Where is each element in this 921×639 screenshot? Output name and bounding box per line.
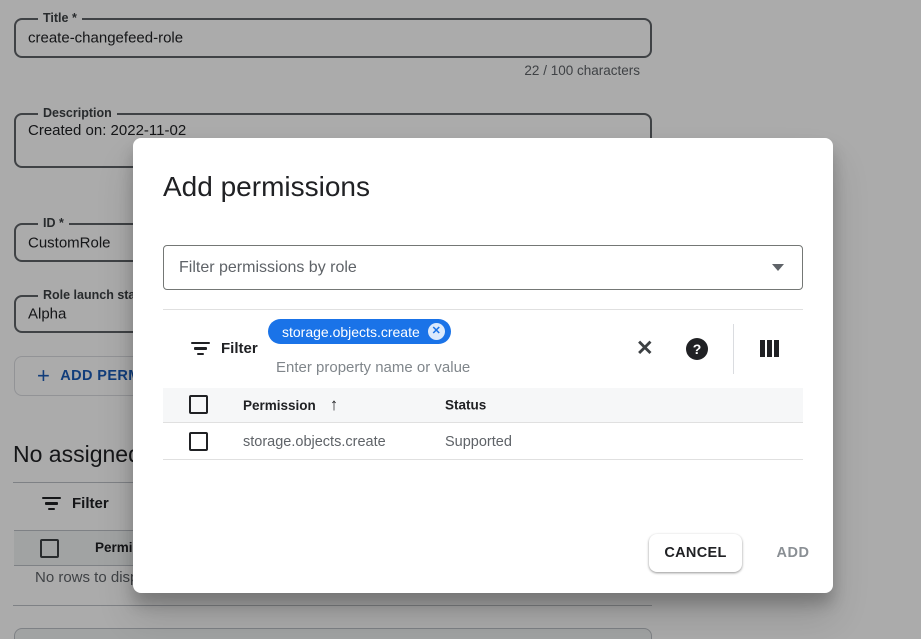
add-button[interactable]: ADD — [762, 534, 824, 572]
status-column-header[interactable]: Status — [445, 398, 486, 413]
clear-filter-icon[interactable]: ✕ — [636, 337, 654, 361]
divider — [163, 309, 803, 310]
chip-label: storage.objects.create — [282, 324, 420, 340]
filter-label: Filter — [221, 340, 258, 357]
divider — [733, 324, 734, 374]
filter-input[interactable]: Enter property name or value — [276, 359, 470, 376]
dropdown-text: Filter permissions by role — [179, 259, 357, 277]
sort-ascending-icon[interactable]: ↑ — [330, 395, 339, 415]
dialog-filter-bar: Filter — [191, 340, 258, 357]
permission-column-label: Permission — [243, 398, 316, 413]
permission-filter-chip[interactable]: storage.objects.create ✕ — [268, 319, 451, 344]
dialog-title: Add permissions — [163, 171, 370, 203]
chevron-down-icon — [772, 264, 784, 271]
help-icon[interactable]: ? — [686, 338, 708, 360]
add-permissions-dialog: Add permissions Filter permissions by ro… — [133, 138, 833, 593]
permission-column-header[interactable]: Permission ↑ — [243, 395, 338, 415]
row-permission-cell: storage.objects.create — [243, 434, 386, 450]
table-row[interactable]: storage.objects.create Supported — [163, 424, 803, 460]
cancel-button[interactable]: CANCEL — [649, 534, 742, 572]
filter-permissions-by-role-dropdown[interactable]: Filter permissions by role — [163, 245, 803, 290]
filter-list-icon — [191, 342, 210, 356]
screen: Title * create-changefeed-role 22 / 100 … — [0, 0, 921, 639]
column-display-options-icon[interactable] — [760, 340, 779, 357]
select-all-checkbox[interactable] — [189, 395, 208, 414]
row-checkbox[interactable] — [189, 432, 208, 451]
chip-remove-icon[interactable]: ✕ — [428, 323, 445, 340]
permissions-table-header: Permission ↑ Status — [163, 388, 803, 423]
row-status-cell: Supported — [445, 434, 512, 450]
